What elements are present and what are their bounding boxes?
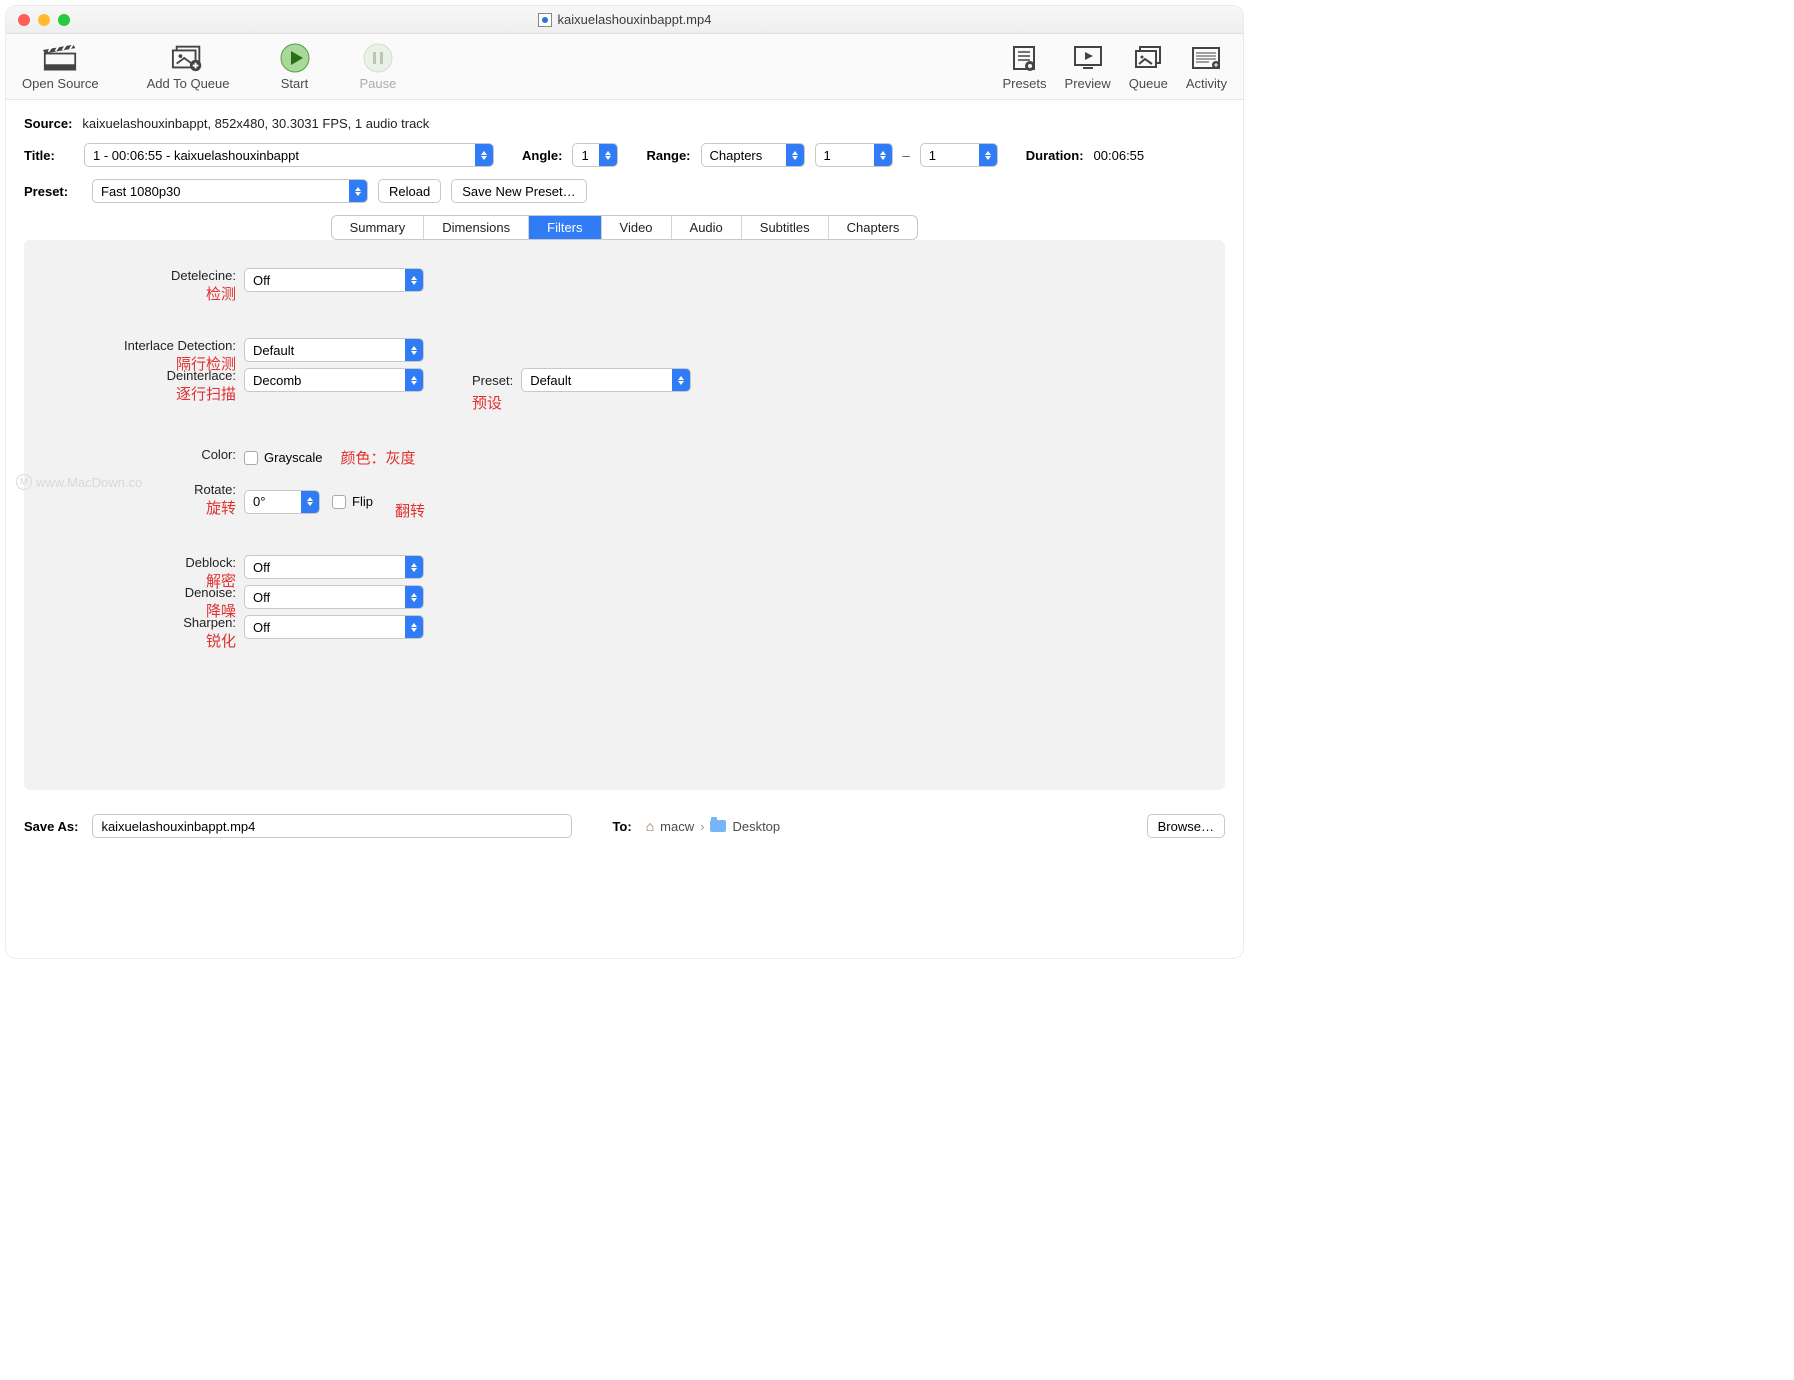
browse-button[interactable]: Browse…	[1147, 814, 1225, 838]
deblock-select[interactable]: Off	[244, 555, 424, 579]
range-to-select[interactable]: 1	[920, 143, 998, 167]
activity-label: Activity	[1186, 76, 1227, 91]
presets-label: Presets	[1002, 76, 1046, 91]
tab-audio[interactable]: Audio	[672, 216, 742, 239]
angle-select[interactable]: 1	[572, 143, 618, 167]
folder-icon	[710, 820, 726, 832]
window-title: kaixuelashouxinbappt.mp4	[558, 12, 712, 27]
window-minimize-button[interactable]	[38, 14, 50, 26]
deblock-label: Deblock:	[185, 555, 236, 570]
detelecine-select[interactable]: Off	[244, 268, 424, 292]
tabs: Summary Dimensions Filters Video Audio S…	[331, 215, 919, 240]
home-icon: ⌂	[646, 818, 654, 834]
duration-value: 00:06:55	[1094, 148, 1145, 163]
pause-button: Pause	[360, 44, 397, 91]
title-select[interactable]: 1 - 00:06:55 - kaixuelashouxinbappt	[84, 143, 494, 167]
pause-icon	[361, 44, 395, 72]
path-segment-1: macw	[660, 819, 694, 834]
file-icon	[538, 13, 552, 27]
start-label: Start	[281, 76, 308, 91]
sharpen-select[interactable]: Off	[244, 615, 424, 639]
chevron-right-icon: ›	[700, 819, 704, 834]
activity-button[interactable]: Activity	[1186, 44, 1227, 91]
preview-icon	[1071, 44, 1105, 72]
open-source-label: Open Source	[22, 76, 99, 91]
detelecine-label: Detelecine:	[171, 268, 236, 283]
presets-button[interactable]: Presets	[1002, 44, 1046, 91]
start-button[interactable]: Start	[278, 44, 312, 91]
grayscale-label: Grayscale	[264, 450, 323, 465]
destination-path[interactable]: ⌂ macw › Desktop	[646, 818, 780, 834]
range-label: Range:	[646, 148, 690, 163]
to-label: To:	[612, 819, 631, 834]
preview-label: Preview	[1065, 76, 1111, 91]
sharpen-label: Sharpen:	[183, 615, 236, 630]
flip-annotation: 翻转	[395, 500, 425, 521]
flip-label: Flip	[352, 494, 373, 509]
rotate-select[interactable]: 0°	[244, 490, 320, 514]
deint-preset-label: Preset:	[472, 373, 513, 388]
deint-preset-annotation: 预设	[472, 392, 691, 413]
save-new-preset-button[interactable]: Save New Preset…	[451, 179, 586, 203]
window-zoom-button[interactable]	[58, 14, 70, 26]
add-to-queue-button[interactable]: Add To Queue	[147, 44, 230, 91]
grayscale-checkbox[interactable]	[244, 451, 258, 465]
preset-label: Preset:	[24, 184, 82, 199]
activity-icon	[1189, 44, 1223, 72]
tab-filters[interactable]: Filters	[529, 216, 601, 239]
denoise-label: Denoise:	[185, 585, 236, 600]
add-to-queue-label: Add To Queue	[147, 76, 230, 91]
range-from-select[interactable]: 1	[815, 143, 893, 167]
interlace-detection-label: Interlace Detection:	[124, 338, 236, 353]
source-label: Source:	[24, 116, 72, 131]
color-annotation: 颜色：灰度	[341, 447, 416, 468]
pause-label: Pause	[360, 76, 397, 91]
reload-button[interactable]: Reload	[378, 179, 441, 203]
tab-chapters[interactable]: Chapters	[829, 216, 918, 239]
deinterlace-label: Deinterlace:	[167, 368, 236, 383]
preset-select[interactable]: Fast 1080p30	[92, 179, 368, 203]
toolbar: Open Source Add To Queue Start Pause	[6, 34, 1243, 100]
title-label: Title:	[24, 148, 74, 163]
angle-label: Angle:	[522, 148, 562, 163]
range-dash: –	[903, 148, 910, 163]
tab-video[interactable]: Video	[602, 216, 672, 239]
deinterlace-select[interactable]: Decomb	[244, 368, 424, 392]
presets-icon	[1007, 44, 1041, 72]
clapperboard-icon	[43, 44, 77, 72]
sharpen-annotation: 锐化	[206, 630, 236, 651]
add-to-queue-icon	[171, 44, 205, 72]
tab-dimensions[interactable]: Dimensions	[424, 216, 529, 239]
interlace-detection-select[interactable]: Default	[244, 338, 424, 362]
deint-preset-select[interactable]: Default	[521, 368, 691, 392]
rotate-annotation: 旋转	[206, 497, 236, 518]
source-info: kaixuelashouxinbappt, 852x480, 30.3031 F…	[82, 116, 429, 131]
save-as-input[interactable]	[92, 814, 572, 838]
rotate-label: Rotate:	[194, 482, 236, 497]
tab-summary[interactable]: Summary	[332, 216, 425, 239]
queue-button[interactable]: Queue	[1129, 44, 1168, 91]
tab-subtitles[interactable]: Subtitles	[742, 216, 829, 239]
duration-label: Duration:	[1026, 148, 1084, 163]
path-segment-2: Desktop	[732, 819, 780, 834]
range-type-select[interactable]: Chapters	[701, 143, 805, 167]
denoise-select[interactable]: Off	[244, 585, 424, 609]
save-as-label: Save As:	[24, 819, 78, 834]
play-icon	[278, 44, 312, 72]
queue-label: Queue	[1129, 76, 1168, 91]
color-label: Color:	[201, 447, 236, 462]
flip-checkbox[interactable]	[332, 495, 346, 509]
titlebar: kaixuelashouxinbappt.mp4	[6, 6, 1243, 34]
preview-button[interactable]: Preview	[1065, 44, 1111, 91]
window-close-button[interactable]	[18, 14, 30, 26]
open-source-button[interactable]: Open Source	[22, 44, 99, 91]
detelecine-annotation: 检测	[206, 283, 236, 304]
deinterlace-annotation: 逐行扫描	[176, 383, 236, 404]
queue-icon	[1131, 44, 1165, 72]
